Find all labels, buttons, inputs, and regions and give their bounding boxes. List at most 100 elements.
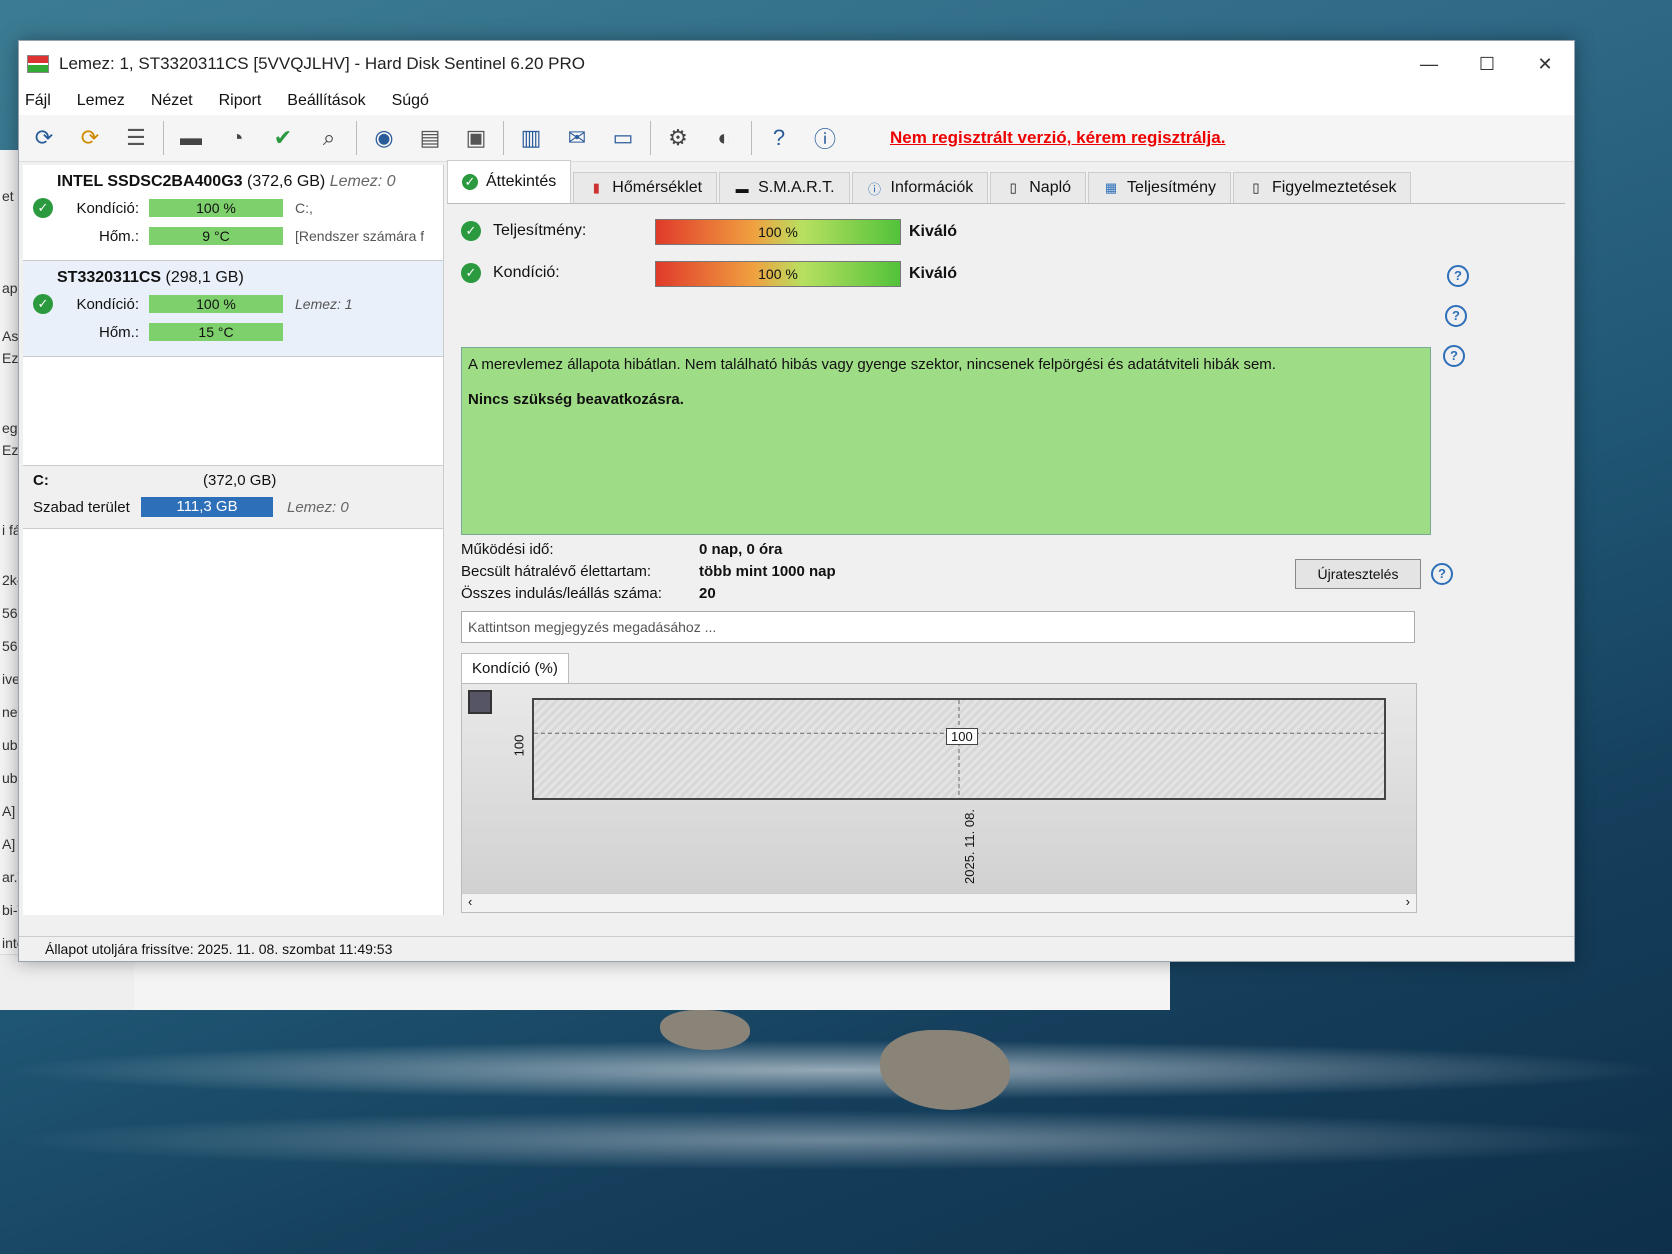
tab-performance[interactable]: ▦ Teljesítmény — [1088, 172, 1231, 203]
menu-disk[interactable]: Lemez — [77, 92, 125, 110]
tab-label: Hőmérséklet — [612, 179, 703, 196]
email-icon[interactable]: ✉ — [558, 120, 596, 156]
condition-label: Kondíció: — [76, 199, 139, 217]
disk-title: INTEL SSDSC2BA400G3 (372,6 GB) Lemez: 0 — [57, 173, 433, 191]
tab-alerts[interactable]: ▯ Figyelmeztetések — [1232, 172, 1412, 203]
monitor-icon[interactable]: ▭ — [604, 120, 642, 156]
volume-ref: Lemez: 0 — [287, 498, 349, 516]
chart-plot-area — [532, 698, 1386, 800]
tab-temperature[interactable]: ▮ Hőmérséklet — [573, 172, 718, 203]
disk-search-icon[interactable]: ⌕ — [310, 120, 348, 156]
scroll-left-icon[interactable]: ‹ — [468, 894, 472, 909]
disk-ok-icon[interactable]: ✔ — [264, 120, 302, 156]
status-recommendation: Nincs szükség beavatkozásra. — [468, 391, 684, 408]
window-title: Lemez: 1, ST3320311CS [5VVQJLHV] - Hard … — [59, 54, 585, 73]
check-icon: ✓ — [462, 174, 478, 190]
tab-information[interactable]: ⓘ Információk — [851, 172, 989, 203]
wave — [0, 1110, 1672, 1170]
app-window: Lemez: 1, ST3320311CS [5VVQJLHV] - Hard … — [18, 40, 1575, 962]
info-icon[interactable]: ⓘ — [806, 120, 844, 156]
close-button[interactable]: ✕ — [1516, 54, 1574, 75]
startstop-value: 20 — [699, 585, 716, 602]
note-input[interactable]: Kattintson megjegyzés megadásához ... — [461, 611, 1415, 643]
disk-icon: ▬ — [735, 180, 749, 196]
tab-bar: ✓ Áttekintés ▮ Hőmérséklet ▬ S.M.A.R.T. ⓘ In… — [447, 160, 1565, 204]
disk-item-intel[interactable]: INTEL SSDSC2BA400G3 (372,6 GB) Lemez: 0 … — [23, 165, 443, 261]
disk-clock-icon[interactable]: ◔ — [218, 120, 256, 156]
disk-size: (372,6 GB) — [247, 173, 326, 190]
condition-label: Kondíció: — [493, 264, 560, 281]
speaker-icon[interactable]: ◐ — [705, 120, 743, 156]
tab-label: Információk — [890, 179, 974, 196]
help-icon[interactable]: ? — [1443, 345, 1465, 367]
minimize-button[interactable]: — — [1400, 54, 1458, 75]
condition-row: ✓ Kondíció: 100 % Lemez: 1 — [33, 293, 433, 315]
condition-chart: 100 100 2025. 11. 08. ‹ › — [461, 683, 1417, 913]
retest-button[interactable]: Újratesztelés — [1295, 559, 1421, 589]
save-icon[interactable] — [468, 690, 492, 714]
menu-view[interactable]: Nézet — [151, 92, 193, 110]
tab-label: Napló — [1029, 179, 1072, 196]
condition-row: ✓ Kondíció: — [461, 263, 560, 283]
help-icon[interactable]: ? — [1431, 563, 1453, 585]
tab-label: Teljesítmény — [1127, 179, 1216, 196]
performance-quality: Kiváló — [909, 223, 958, 240]
disk-check-icon[interactable]: ▬ — [172, 120, 210, 156]
title-bar: Lemez: 1, ST3320311CS [5VVQJLHV] - Hard … — [19, 41, 1574, 87]
disk-item-seagate[interactable]: ST3320311CS (298,1 GB) ✓ Kondíció: 100 %… — [23, 261, 443, 357]
performance-row: ✓ Teljesítmény: — [461, 221, 586, 241]
report-icon[interactable]: ▥ — [512, 120, 550, 156]
disk-ref: Lemez: 0 — [329, 173, 396, 190]
server-icon[interactable]: ▤ — [411, 120, 449, 156]
help-icon[interactable]: ? — [760, 120, 798, 156]
free-space-label: Szabad terület — [33, 498, 130, 516]
refresh-icon[interactable]: ⟳ — [25, 120, 63, 156]
condition-bar: 100 % — [149, 199, 283, 217]
lifetime-value: több mint 1000 nap — [699, 563, 836, 580]
scroll-right-icon[interactable]: › — [1406, 894, 1410, 909]
details-panel: ✓ Áttekintés ▮ Hőmérséklet ▬ S.M.A.R.T. ⓘ In… — [447, 160, 1565, 915]
tab-smart[interactable]: ▬ S.M.A.R.T. — [719, 172, 850, 203]
tab-overview[interactable]: ✓ Áttekintés — [447, 160, 572, 203]
menu-file[interactable]: Fájl — [25, 92, 51, 110]
document-icon: ▯ — [1009, 180, 1017, 195]
condition-row: ✓ Kondíció: 100 % C:, — [33, 197, 433, 219]
drive-icon[interactable]: ▣ — [457, 120, 495, 156]
bg-statusbar — [0, 954, 134, 1010]
condition-quality: Kiváló — [909, 265, 958, 282]
tab-label: S.M.A.R.T. — [758, 179, 835, 196]
check-icon: ✓ — [461, 263, 481, 283]
temp-label: Hőm.: — [98, 227, 139, 245]
menu-settings[interactable]: Beállítások — [287, 92, 365, 110]
refresh-warning-icon[interactable]: ⟳ — [71, 120, 109, 156]
menu-help[interactable]: Súgó — [392, 92, 429, 110]
chart-scrollbar[interactable]: ‹ › — [462, 893, 1416, 912]
help-icon[interactable]: ? — [1445, 305, 1467, 327]
tab-condition-chart[interactable]: Kondíció (%) — [461, 653, 569, 684]
gear-icon[interactable]: ⚙ — [659, 120, 697, 156]
condition-bar: 100 % — [655, 261, 901, 287]
disk-stats: Működési idő: 0 nap, 0 óra Becsült hátral… — [461, 539, 836, 605]
status-bar: Állapot utoljára frissítve: 2025. 11. 08… — [19, 936, 1574, 961]
toolbar-separator — [650, 121, 651, 155]
tab-log[interactable]: ▯ Napló — [990, 172, 1087, 203]
info-icon: ⓘ — [868, 181, 882, 197]
check-icon: ✓ — [461, 221, 481, 241]
temp-bar: 15 °C — [149, 323, 283, 341]
list-icon[interactable]: ☰ — [117, 120, 155, 156]
toolbar-separator — [163, 121, 164, 155]
startstop-label: Összes indulás/leállás száma: — [461, 585, 662, 602]
volume-item[interactable]: C: (372,0 GB) Szabad terület 111,3 GB Le… — [23, 465, 443, 529]
reserved-label: [Rendszer számára f — [295, 228, 425, 244]
uptime-label: Működési idő: — [461, 541, 554, 558]
toolbar-separator — [356, 121, 357, 155]
tab-label: Áttekintés — [486, 173, 557, 190]
temp-row: Hőm.: 15 °C — [33, 321, 433, 343]
network-disk-icon[interactable]: ◉ — [365, 120, 403, 156]
menu-report[interactable]: Riport — [219, 92, 262, 110]
chart-x-tick: 2025. 11. 08. — [962, 809, 977, 884]
registration-notice[interactable]: Nem regisztrált verzió, kérem regisztrál… — [890, 128, 1225, 148]
help-icon[interactable]: ? — [1447, 265, 1469, 287]
maximize-button[interactable]: ☐ — [1458, 54, 1516, 75]
volume-size: (372,0 GB) — [203, 472, 277, 489]
